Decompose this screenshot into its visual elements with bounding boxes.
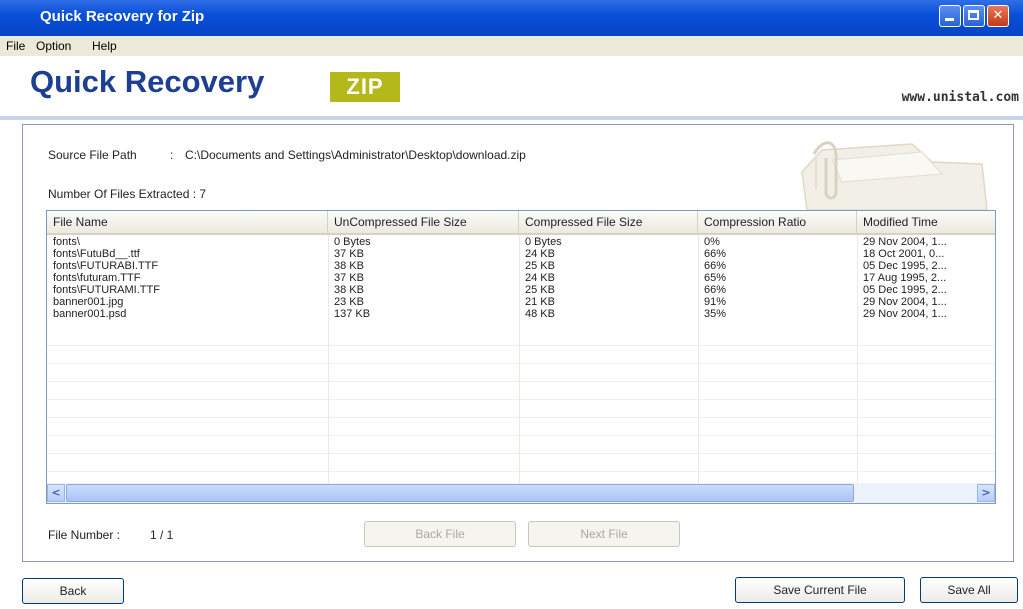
cell-compressed-size: 0 Bytes xyxy=(525,236,562,248)
cell-modified-time: 18 Oct 2001, 0... xyxy=(863,248,945,260)
menu-help[interactable]: Help xyxy=(92,39,117,53)
title-bar: Quick Recovery for Zip ✕ xyxy=(0,0,1023,36)
cell-compression-ratio: 35% xyxy=(704,308,727,320)
source-path-label: Source File Path xyxy=(48,148,137,162)
cell-compressed-size: 25 KB xyxy=(525,284,555,296)
cell-modified-time: 05 Dec 1995, 2... xyxy=(863,284,947,296)
row-line xyxy=(47,471,995,472)
table-row[interactable]: banner001.jpg 23 KB 21 KB 91% 29 Nov 200… xyxy=(47,296,995,308)
row-line xyxy=(47,345,995,346)
cell-compression-ratio: 66% xyxy=(704,248,727,260)
cell-compression-ratio: 66% xyxy=(704,284,727,296)
cell-modified-time: 29 Nov 2004, 1... xyxy=(863,308,947,320)
close-button[interactable]: ✕ xyxy=(987,5,1009,27)
row-line xyxy=(47,435,995,436)
row-line xyxy=(47,381,995,382)
menu-file[interactable]: File xyxy=(6,39,25,53)
cell-file-name: fonts\ xyxy=(53,236,80,248)
maximize-icon xyxy=(964,6,984,26)
file-number-value: 1 / 1 xyxy=(150,528,174,542)
horizontal-scrollbar[interactable]: < > xyxy=(47,483,995,503)
header-divider xyxy=(0,116,1023,120)
column-header-uncompressed-size[interactable]: UnCompressed File Size xyxy=(328,211,519,233)
table-row[interactable]: fonts\futuram.TTF 37 KB 24 KB 65% 17 Aug… xyxy=(47,272,995,284)
back-file-button[interactable]: Back File xyxy=(364,521,516,547)
column-header-compressed-size[interactable]: Compressed File Size xyxy=(519,211,698,233)
row-line xyxy=(47,399,995,400)
table-body: fonts\ 0 Bytes 0 Bytes 0% 29 Nov 2004, 1… xyxy=(47,235,995,484)
table-row[interactable]: fonts\FutuBd__.ttf 37 KB 24 KB 66% 18 Oc… xyxy=(47,248,995,260)
app-header: Quick Recovery ZIP www.unistal.com xyxy=(0,56,1023,118)
row-line xyxy=(47,417,995,418)
cell-uncompressed-size: 37 KB xyxy=(334,248,364,260)
table-header: File Name UnCompressed File Size Compres… xyxy=(47,211,995,235)
window-title: Quick Recovery for Zip xyxy=(40,8,205,25)
brand-logo-text: Quick Recovery xyxy=(30,64,265,99)
column-header-file-name[interactable]: File Name xyxy=(47,211,328,233)
scrollbar-thumb[interactable] xyxy=(66,484,854,502)
cell-compressed-size: 48 KB xyxy=(525,308,555,320)
cell-uncompressed-size: 23 KB xyxy=(334,296,364,308)
menu-option[interactable]: Option xyxy=(36,39,71,53)
cell-file-name: fonts\FutuBd__.ttf xyxy=(53,248,140,260)
cell-uncompressed-size: 137 KB xyxy=(334,308,371,320)
close-icon: ✕ xyxy=(992,8,1004,23)
cell-file-name: fonts\futuram.TTF xyxy=(53,272,141,284)
back-button[interactable]: Back xyxy=(22,578,124,604)
source-path-value: C:\Documents and Settings\Administrator\… xyxy=(185,148,526,162)
cell-uncompressed-size: 38 KB xyxy=(334,284,364,296)
column-header-compression-ratio[interactable]: Compression Ratio xyxy=(698,211,857,233)
cell-uncompressed-size: 37 KB xyxy=(334,272,364,284)
next-file-button[interactable]: Next File xyxy=(528,521,680,547)
row-line xyxy=(47,453,995,454)
cell-uncompressed-size: 0 Bytes xyxy=(334,236,371,248)
file-list-table[interactable]: File Name UnCompressed File Size Compres… xyxy=(46,210,996,504)
cell-compressed-size: 21 KB xyxy=(525,296,555,308)
scroll-right-icon[interactable]: > xyxy=(977,484,995,502)
cell-compression-ratio: 91% xyxy=(704,296,727,308)
file-number-label: File Number : xyxy=(48,528,121,542)
minimize-icon xyxy=(940,6,960,26)
cell-file-name: fonts\FUTURAMI.TTF xyxy=(53,284,160,296)
table-row[interactable]: fonts\ 0 Bytes 0 Bytes 0% 29 Nov 2004, 1… xyxy=(47,236,995,248)
cell-modified-time: 29 Nov 2004, 1... xyxy=(863,296,947,308)
cell-compression-ratio: 0% xyxy=(704,236,720,248)
menu-bar: File Option Help xyxy=(0,36,1023,56)
row-line xyxy=(47,363,995,364)
maximize-button[interactable] xyxy=(963,5,985,27)
cell-modified-time: 05 Dec 1995, 2... xyxy=(863,260,947,272)
folder-zip-icon xyxy=(801,141,988,211)
cell-compressed-size: 24 KB xyxy=(525,248,555,260)
files-extracted-label: Number Of Files Extracted : 7 xyxy=(48,187,207,201)
table-row[interactable]: fonts\FUTURABI.TTF 38 KB 25 KB 66% 05 De… xyxy=(47,260,995,272)
cell-compression-ratio: 66% xyxy=(704,260,727,272)
column-header-modified-time[interactable]: Modified Time xyxy=(857,211,995,233)
save-all-button[interactable]: Save All xyxy=(920,577,1018,603)
table-row[interactable]: fonts\FUTURAMI.TTF 38 KB 25 KB 66% 05 De… xyxy=(47,284,995,296)
cell-file-name: banner001.jpg xyxy=(53,296,124,308)
cell-compression-ratio: 65% xyxy=(704,272,727,284)
cell-uncompressed-size: 38 KB xyxy=(334,260,364,272)
scroll-left-icon[interactable]: < xyxy=(47,484,65,502)
source-path-separator: : xyxy=(170,148,174,162)
cell-file-name: banner001.psd xyxy=(53,308,127,320)
table-row[interactable]: banner001.psd 137 KB 48 KB 35% 29 Nov 20… xyxy=(47,308,995,320)
save-current-file-button[interactable]: Save Current File xyxy=(735,577,905,603)
zip-tag: ZIP xyxy=(330,72,400,102)
website-link: www.unistal.com xyxy=(901,90,1019,105)
cell-compressed-size: 24 KB xyxy=(525,272,555,284)
cell-compressed-size: 25 KB xyxy=(525,260,555,272)
cell-modified-time: 17 Aug 1995, 2... xyxy=(863,272,947,284)
cell-file-name: fonts\FUTURABI.TTF xyxy=(53,260,159,272)
cell-modified-time: 29 Nov 2004, 1... xyxy=(863,236,947,248)
minimize-button[interactable] xyxy=(939,5,961,27)
